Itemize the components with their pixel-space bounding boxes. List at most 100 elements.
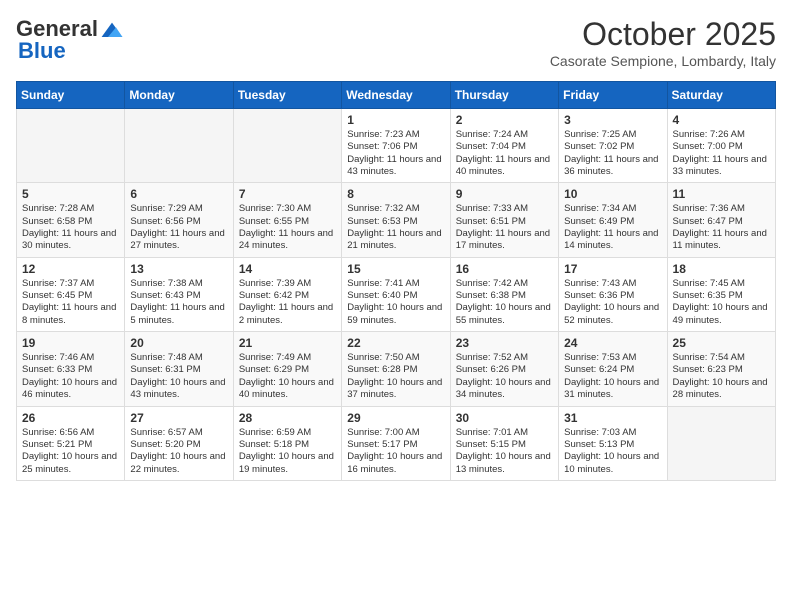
- day-info: Daylight: 10 hours and 40 minutes.: [239, 377, 336, 402]
- calendar-cell: 21 Sunrise: 7:49 AMSunset: 6:29 PMDayligh…: [233, 332, 341, 406]
- calendar-cell: 27Sunrise: 6:57 AMSunset: 5:20 PMDayligh…: [125, 406, 233, 480]
- day-info: Sunset: 7:04 PM: [456, 141, 553, 153]
- day-number: 5: [22, 187, 119, 201]
- day-number: 8: [347, 187, 444, 201]
- day-info: Daylight: 10 hours and 55 minutes.: [456, 302, 553, 327]
- day-number: 11: [673, 187, 770, 201]
- day-info: Sunrise: 7:48 AM: [130, 352, 227, 364]
- calendar-week-row: 26Sunrise: 6:56 AMSunset: 5:21 PMDayligh…: [17, 406, 776, 480]
- calendar-cell: [233, 109, 341, 183]
- calendar-cell: 4Sunrise: 7:26 AMSunset: 7:00 PMDaylight…: [667, 109, 775, 183]
- month-title: October 2025: [550, 16, 776, 53]
- day-info: Sunrise: 7:45 AM: [673, 278, 770, 290]
- day-info: Sunset: 6:43 PM: [130, 290, 227, 302]
- day-number: 27: [130, 411, 227, 425]
- calendar-cell: 23 Sunrise: 7:52 AMSunset: 6:26 PMDayligh…: [450, 332, 558, 406]
- day-info: Sunset: 5:20 PM: [130, 439, 227, 451]
- day-info: Daylight: 10 hours and 34 minutes.: [456, 377, 553, 402]
- day-info: Sunrise: 7:46 AM: [22, 352, 119, 364]
- day-info: Daylight: 11 hours and 2 minutes.: [239, 302, 336, 327]
- day-info: Daylight: 10 hours and 37 minutes.: [347, 377, 444, 402]
- calendar-cell: 18Sunrise: 7:45 AMSunset: 6:35 PMDayligh…: [667, 257, 775, 331]
- calendar-cell: [17, 109, 125, 183]
- day-info: Daylight: 10 hours and 59 minutes.: [347, 302, 444, 327]
- day-info: Daylight: 10 hours and 25 minutes.: [22, 451, 119, 476]
- day-number: 30: [456, 411, 553, 425]
- day-number: 12: [22, 262, 119, 276]
- calendar-table: SundayMondayTuesdayWednesdayThursdayFrid…: [16, 81, 776, 481]
- day-info: Daylight: 10 hours and 28 minutes.: [673, 377, 770, 402]
- day-info: Daylight: 11 hours and 17 minutes.: [456, 228, 553, 253]
- logo-blue-text: Blue: [18, 38, 66, 64]
- weekday-header: Monday: [125, 82, 233, 109]
- day-info: Sunrise: 7:25 AM: [564, 129, 661, 141]
- calendar-cell: 11Sunrise: 7:36 AMSunset: 6:47 PMDayligh…: [667, 183, 775, 257]
- day-info: Sunrise: 7:54 AM: [673, 352, 770, 364]
- day-info: Sunset: 6:49 PM: [564, 216, 661, 228]
- day-info: Sunset: 6:45 PM: [22, 290, 119, 302]
- calendar-header-row: SundayMondayTuesdayWednesdayThursdayFrid…: [17, 82, 776, 109]
- day-number: 18: [673, 262, 770, 276]
- day-number: 7: [239, 187, 336, 201]
- day-info: Sunset: 6:23 PM: [673, 364, 770, 376]
- day-info: Daylight: 11 hours and 11 minutes.: [673, 228, 770, 253]
- calendar-cell: 29Sunrise: 7:00 AMSunset: 5:17 PMDayligh…: [342, 406, 450, 480]
- day-info: Sunrise: 7:24 AM: [456, 129, 553, 141]
- day-info: Sunrise: 7:03 AM: [564, 427, 661, 439]
- calendar-cell: 7Sunrise: 7:30 AMSunset: 6:55 PMDaylight…: [233, 183, 341, 257]
- day-number: 23: [456, 336, 553, 350]
- day-info: Sunset: 6:33 PM: [22, 364, 119, 376]
- day-info: Sunset: 6:42 PM: [239, 290, 336, 302]
- day-info: Sunset: 6:24 PM: [564, 364, 661, 376]
- day-info: Sunrise: 7:36 AM: [673, 203, 770, 215]
- day-info: Sunrise: 6:56 AM: [22, 427, 119, 439]
- day-info: Sunrise: 7:49 AM: [239, 352, 336, 364]
- day-info: Sunrise: 7:28 AM: [22, 203, 119, 215]
- day-info: Sunrise: 6:57 AM: [130, 427, 227, 439]
- day-info: Daylight: 11 hours and 24 minutes.: [239, 228, 336, 253]
- day-info: Sunrise: 7:26 AM: [673, 129, 770, 141]
- day-number: 25: [673, 336, 770, 350]
- day-info: Sunset: 6:29 PM: [239, 364, 336, 376]
- calendar-week-row: 5Sunrise: 7:28 AMSunset: 6:58 PMDaylight…: [17, 183, 776, 257]
- calendar-cell: 16Sunrise: 7:42 AMSunset: 6:38 PMDayligh…: [450, 257, 558, 331]
- day-number: 1: [347, 113, 444, 127]
- calendar-cell: 2Sunrise: 7:24 AMSunset: 7:04 PMDaylight…: [450, 109, 558, 183]
- calendar-week-row: 19Sunrise: 7:46 AMSunset: 6:33 PMDayligh…: [17, 332, 776, 406]
- day-info: Sunset: 5:13 PM: [564, 439, 661, 451]
- day-number: 13: [130, 262, 227, 276]
- day-info: Daylight: 11 hours and 27 minutes.: [130, 228, 227, 253]
- day-info: Sunset: 6:35 PM: [673, 290, 770, 302]
- day-info: Sunset: 6:56 PM: [130, 216, 227, 228]
- logo: General Blue: [16, 16, 124, 64]
- day-info: Sunset: 6:40 PM: [347, 290, 444, 302]
- day-info: Sunset: 6:58 PM: [22, 216, 119, 228]
- day-number: 24: [564, 336, 661, 350]
- title-block: October 2025 Casorate Sempione, Lombardy…: [550, 16, 776, 69]
- day-info: Sunset: 6:28 PM: [347, 364, 444, 376]
- day-number: 10: [564, 187, 661, 201]
- calendar-cell: 26Sunrise: 6:56 AMSunset: 5:21 PMDayligh…: [17, 406, 125, 480]
- calendar-cell: 1Sunrise: 7:23 AMSunset: 7:06 PMDaylight…: [342, 109, 450, 183]
- calendar-cell: 19Sunrise: 7:46 AMSunset: 6:33 PMDayligh…: [17, 332, 125, 406]
- page-header: General Blue October 2025 Casorate Sempi…: [16, 16, 776, 69]
- day-number: 21: [239, 336, 336, 350]
- day-info: Sunset: 5:18 PM: [239, 439, 336, 451]
- day-info: Sunrise: 7:33 AM: [456, 203, 553, 215]
- day-info: Daylight: 10 hours and 43 minutes.: [130, 377, 227, 402]
- day-info: Daylight: 10 hours and 16 minutes.: [347, 451, 444, 476]
- day-info: Daylight: 11 hours and 40 minutes.: [456, 154, 553, 179]
- calendar-cell: 31Sunrise: 7:03 AMSunset: 5:13 PMDayligh…: [559, 406, 667, 480]
- day-info: Sunrise: 7:41 AM: [347, 278, 444, 290]
- calendar-week-row: 1Sunrise: 7:23 AMSunset: 7:06 PMDaylight…: [17, 109, 776, 183]
- day-info: Daylight: 11 hours and 14 minutes.: [564, 228, 661, 253]
- day-number: 20: [130, 336, 227, 350]
- calendar-cell: 24Sunrise: 7:53 AMSunset: 6:24 PMDayligh…: [559, 332, 667, 406]
- day-number: 31: [564, 411, 661, 425]
- day-info: Daylight: 11 hours and 30 minutes.: [22, 228, 119, 253]
- calendar-cell: 17Sunrise: 7:43 AMSunset: 6:36 PMDayligh…: [559, 257, 667, 331]
- calendar-cell: 14Sunrise: 7:39 AMSunset: 6:42 PMDayligh…: [233, 257, 341, 331]
- day-info: Sunset: 6:26 PM: [456, 364, 553, 376]
- day-info: Sunrise: 7:52 AM: [456, 352, 553, 364]
- day-info: Daylight: 11 hours and 33 minutes.: [673, 154, 770, 179]
